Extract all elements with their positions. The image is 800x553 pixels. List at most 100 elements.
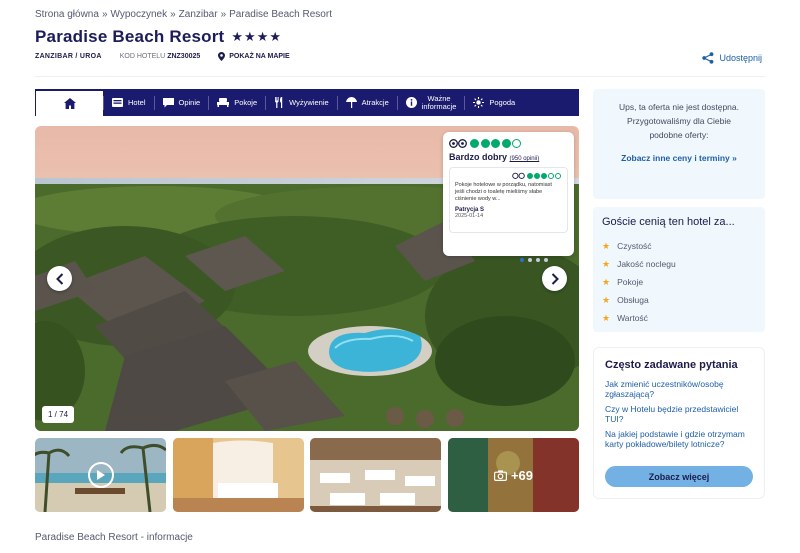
hotel-code: KOD HOTELU ZNZ30025 (120, 53, 201, 60)
share-button[interactable]: Udostępnij (702, 52, 762, 64)
tab-weather-label: Pogoda (489, 98, 516, 107)
tab-attractions[interactable]: Atrakcje (336, 95, 397, 110)
hotel-title: Paradise Beach Resort (35, 27, 225, 46)
room-photo (172, 438, 304, 512)
bed-list-icon (112, 98, 123, 107)
umbrella-icon (345, 97, 357, 108)
bed-icon (217, 98, 230, 107)
star-icon: ★ (602, 294, 611, 305)
restaurant-photo (310, 438, 442, 512)
review-snippet: Pokoje hotelowe w porządku, natomiast je… (449, 167, 568, 233)
rating-label: Bardzo dobry (950 opinii) (449, 152, 568, 162)
faq-question-change-participants[interactable]: Jak zmienić uczestników/osobę zgłaszając… (605, 379, 753, 399)
value-item-label: Wartość (617, 313, 648, 323)
show-map-label: POKAŻ NA MAPIE (229, 53, 290, 60)
see-more-faq-button[interactable]: Zobacz więcej (605, 466, 753, 487)
room-thumbnail[interactable] (172, 438, 304, 512)
restaurant-thumbnail[interactable] (310, 438, 442, 512)
review-date: 2025-01-14 (455, 213, 484, 219)
tab-hotel-label: Hotel (128, 98, 146, 107)
main-photo-gallery[interactable]: Bardzo dobry (950 opinii) Pokoje hotelow… (35, 126, 579, 431)
breadcrumb-separator: » (101, 9, 108, 20)
chevron-right-icon (551, 272, 559, 285)
thumbnail-strip: +69 (35, 438, 579, 512)
hotel-location: ZANZIBAR / UROA (35, 53, 102, 60)
breadcrumb-current: Paradise Beach Resort (229, 9, 332, 20)
sun-icon (473, 97, 485, 108)
map-pin-icon (218, 52, 226, 61)
camera-icon (493, 469, 507, 481)
breadcrumb-home[interactable]: Strona główna (35, 9, 99, 20)
pager-dot-active[interactable] (520, 258, 524, 262)
rating-text: Bardzo dobry (449, 152, 508, 162)
guests-value-heading: Goście cenią ten hotel za... (602, 216, 735, 228)
value-item-label: Pokoje (617, 277, 644, 287)
pager-dot[interactable] (536, 258, 540, 262)
hotel-code-value: ZNZ30025 (167, 53, 201, 60)
more-photos-overlay[interactable]: +69 (447, 438, 579, 512)
tab-home[interactable] (35, 89, 103, 116)
hotel-stars: ★★★★ (231, 29, 283, 44)
tab-rooms[interactable]: Pokoje (208, 95, 265, 110)
review-text: Pokoje hotelowe w porządku, natomiast je… (455, 182, 552, 202)
hotel-meta: ZANZIBAR / UROA KOD HOTELU ZNZ30025 POKA… (35, 52, 290, 61)
rating-dot-full (501, 138, 511, 148)
tab-weather[interactable]: Pogoda (464, 95, 523, 110)
star-icon: ★ (602, 258, 611, 269)
review-pager (520, 258, 552, 262)
tripadvisor-review-card[interactable]: Bardzo dobry (950 opinii) Pokoje hotelow… (443, 132, 574, 256)
hotel-code-label: KOD HOTELU (119, 53, 166, 60)
value-item-rooms: ★ Pokoje (602, 273, 756, 291)
more-photos-count: +69 (510, 467, 533, 483)
tab-reviews[interactable]: Opinie (153, 95, 209, 110)
chevron-left-icon (55, 272, 63, 285)
pager-dot[interactable] (528, 258, 532, 262)
review-count-link[interactable]: (950 opinii) (510, 156, 540, 162)
header-divider (35, 76, 765, 77)
pager-dot[interactable] (544, 258, 548, 262)
tab-important-info[interactable]: Ważne informacje (396, 94, 465, 110)
star-icon: ★ (602, 276, 611, 287)
info-icon (405, 97, 417, 108)
next-photo-button[interactable] (542, 266, 567, 291)
rating-dot-full (534, 172, 540, 179)
other-prices-link[interactable]: Zobacz inne ceny i terminy » (593, 153, 765, 163)
tripadvisor-owl-icon (512, 172, 525, 179)
star-icon: ★ (602, 312, 611, 323)
offer-unavailable-message: Ups, ta oferta nie jest dostępna. Przygo… (618, 102, 740, 140)
breadcrumb-separator: » (220, 9, 227, 20)
tripadvisor-rating (449, 138, 568, 148)
play-video-button[interactable] (88, 462, 114, 488)
faq-heading: Często zadawane pytania (605, 359, 738, 371)
tab-rooms-label: Pokoje (234, 98, 258, 107)
play-icon (97, 470, 105, 480)
rating-dot-empty (555, 172, 561, 179)
tripadvisor-owl-icon (449, 139, 467, 148)
value-item-value: ★ Wartość (602, 309, 756, 327)
breadcrumb-leisure[interactable]: Wypoczynek (111, 9, 168, 20)
rating-dot-full (480, 138, 490, 148)
share-icon (702, 52, 714, 64)
value-item-label: Czystość (617, 241, 652, 251)
photo-counter: 1 / 74 (42, 406, 75, 423)
video-thumbnail[interactable] (35, 438, 166, 512)
faq-question-tui-representative[interactable]: Czy w Hotelu będzie przedstawiciel TUI? (605, 404, 753, 424)
more-photos-thumbnail[interactable]: +69 (447, 438, 579, 512)
previous-photo-button[interactable] (47, 266, 72, 291)
show-map-link[interactable]: POKAŻ NA MAPIE (218, 52, 290, 61)
breadcrumb: Strona główna» Wypoczynek» Zanzibar» Paradi… (35, 9, 332, 20)
comment-icon (162, 97, 174, 107)
value-item-cleanliness: ★ Czystość (602, 237, 756, 255)
faq-question-boarding-passes[interactable]: Na jakiej podstawie i gdzie otrzymam kar… (605, 429, 753, 449)
value-item-accommodation: ★ Jakość noclegu (602, 255, 756, 273)
value-item-label: Obsługa (617, 295, 649, 305)
cutlery-icon (275, 97, 283, 108)
tab-hotel[interactable]: Hotel (103, 95, 154, 110)
rating-dot-full (541, 172, 547, 179)
tab-attractions-label: Atrakcje (361, 98, 389, 107)
star-icon: ★ (602, 240, 611, 251)
tab-board[interactable]: Wyżywienie (265, 95, 337, 110)
faq-panel: Często zadawane pytania Jak zmienić ucze… (593, 347, 765, 499)
breadcrumb-destination[interactable]: Zanzibar (179, 9, 218, 20)
hotel-info-heading: Paradise Beach Resort - informacje (35, 532, 193, 543)
